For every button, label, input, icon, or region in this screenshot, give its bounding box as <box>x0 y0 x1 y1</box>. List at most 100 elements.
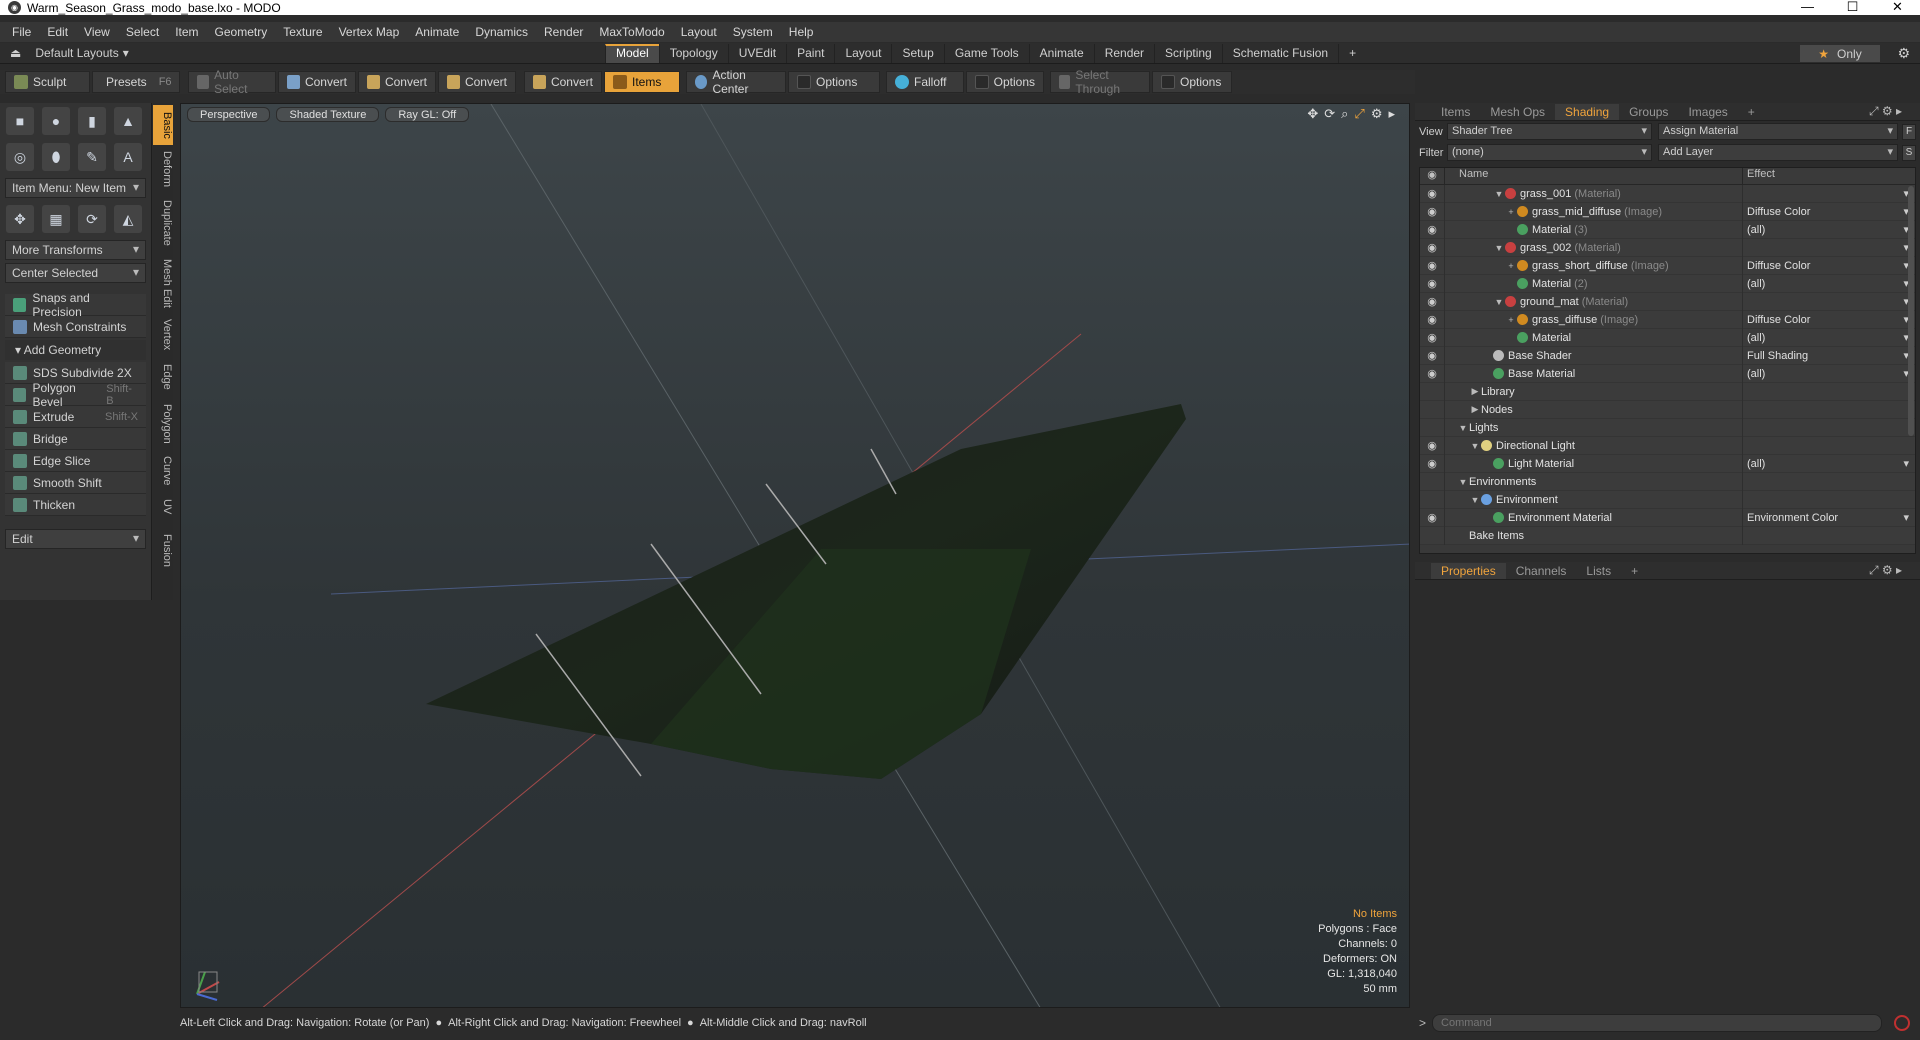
view-dropdown[interactable]: Shader Tree <box>1447 123 1652 140</box>
falloff-options-button[interactable]: Options <box>966 71 1044 93</box>
capsule-icon[interactable]: ⬮ <box>42 143 70 171</box>
auto-select-button[interactable]: Auto Select <box>188 68 276 96</box>
visibility-eye-icon[interactable]: ◉ <box>1420 331 1444 344</box>
visibility-eye-icon[interactable]: ◉ <box>1420 439 1444 452</box>
column-name[interactable]: Name <box>1444 168 1742 184</box>
shading-mode-button[interactable]: Shaded Texture <box>276 107 380 122</box>
tab-schematic-fusion[interactable]: Schematic Fusion <box>1221 44 1338 63</box>
menu-dynamics[interactable]: Dynamics <box>469 25 538 39</box>
visibility-eye-icon[interactable]: ◉ <box>1420 367 1444 380</box>
vtab-vertex[interactable]: Vertex <box>153 315 173 355</box>
tool-bridge[interactable]: Bridge <box>5 428 146 450</box>
tab-shading[interactable]: Shading <box>1555 103 1620 120</box>
cone-icon[interactable]: ▲ <box>114 107 142 135</box>
tree-item-effect[interactable]: (all) <box>1742 328 1915 347</box>
tree-item-effect[interactable]: Environment Color <box>1742 508 1915 527</box>
visibility-eye-icon[interactable]: ◉ <box>1420 277 1444 290</box>
expand-toggle-icon[interactable]: + <box>1505 261 1517 271</box>
record-macro-icon[interactable] <box>1894 1015 1911 1031</box>
scale-icon[interactable]: ◭ <box>114 205 142 233</box>
cylinder-icon[interactable]: ▮ <box>78 107 106 135</box>
f-button[interactable]: F <box>1902 123 1916 140</box>
layout-preset[interactable]: ⏏ Default Layouts ▾ <box>0 46 600 60</box>
tab-properties[interactable]: Properties <box>1431 562 1506 579</box>
item-menu-dropdown[interactable]: Item Menu: New Item <box>5 178 146 198</box>
panel-options-icons[interactable]: ⤢ ⚙ ▸ <box>1859 103 1912 119</box>
text-icon[interactable]: A <box>114 143 142 171</box>
shader-tree-scrollbar[interactable] <box>1908 186 1914 436</box>
menu-geometry[interactable]: Geometry <box>209 25 278 39</box>
presets-button[interactable]: Presets F6 <box>92 71 180 93</box>
layout-collapse-icon[interactable]: ⏏ <box>10 46 21 60</box>
convert-edges-button[interactable]: Convert <box>358 71 436 93</box>
tab-topology[interactable]: Topology <box>658 44 728 63</box>
add-tab-icon[interactable]: + <box>1738 104 1765 120</box>
action-center-button[interactable]: Action Center <box>686 68 786 96</box>
tree-item-effect[interactable]: (all) <box>1742 274 1915 293</box>
select-through-options-button[interactable]: Options <box>1152 71 1232 93</box>
expand-toggle-icon[interactable]: ▼ <box>1493 297 1505 307</box>
mesh-constraints-button[interactable]: Mesh Constraints <box>5 316 146 338</box>
tree-row[interactable]: ◉ Material (all) <box>1420 328 1915 347</box>
tree-item-effect[interactable]: Diffuse Color <box>1742 202 1915 221</box>
tree-row[interactable]: ◉ ▼ ground_mat (Material) <box>1420 292 1915 311</box>
visibility-eye-icon[interactable]: ◉ <box>1420 259 1444 272</box>
menu-animate[interactable]: Animate <box>409 25 469 39</box>
tab-model[interactable]: Model <box>605 44 659 63</box>
tree-item-effect[interactable]: (all) <box>1742 220 1915 239</box>
expand-toggle-icon[interactable]: ▼ <box>1457 477 1469 487</box>
vtab-basic[interactable]: Basic <box>153 105 173 145</box>
tree-item-effect[interactable]: (all) <box>1742 364 1915 383</box>
tree-row[interactable]: ◉ + grass_mid_diffuse (Image) Diffuse Color <box>1420 202 1915 221</box>
convert-polygons-button[interactable]: Convert <box>438 71 516 93</box>
tool-thicken[interactable]: Thicken <box>5 494 146 516</box>
panel-options-icons[interactable]: ⤢ ⚙ ▸ <box>1859 562 1912 578</box>
tree-row[interactable]: Bake Items <box>1420 526 1915 545</box>
tree-item-effect[interactable]: Full Shading <box>1742 346 1915 365</box>
sphere-icon[interactable]: ● <box>42 107 70 135</box>
3d-viewport[interactable]: Perspective Shaded Texture Ray GL: Off ✥… <box>180 103 1410 1008</box>
menu-layout[interactable]: Layout <box>675 25 727 39</box>
s-button[interactable]: S <box>1902 144 1916 161</box>
center-selected-dropdown[interactable]: Center Selected <box>5 263 146 283</box>
transform-icon[interactable]: ✥ <box>6 205 34 233</box>
filter-dropdown[interactable]: (none) <box>1447 144 1652 161</box>
tree-row[interactable]: ◉ Base Material (all) <box>1420 364 1915 383</box>
tree-item-effect[interactable]: Diffuse Color <box>1742 310 1915 329</box>
select-through-button[interactable]: Select Through <box>1050 68 1150 96</box>
tree-row[interactable]: ◉ + grass_short_diffuse (Image) Diffuse Colo… <box>1420 256 1915 275</box>
tree-row[interactable]: ▼ Lights <box>1420 418 1915 437</box>
cube-icon[interactable]: ■ <box>6 107 34 135</box>
tree-row[interactable]: ◉ Material (2) (all) <box>1420 274 1915 293</box>
tab-images[interactable]: Images <box>1678 104 1737 120</box>
expand-toggle-icon[interactable]: ▶ <box>1469 386 1481 397</box>
tree-row[interactable]: ▶ Nodes <box>1420 400 1915 419</box>
vtab-mesh-edit[interactable]: Mesh Edit <box>153 255 173 311</box>
falloff-button[interactable]: Falloff <box>886 71 964 93</box>
visibility-eye-icon[interactable]: ◉ <box>1420 511 1444 524</box>
menu-system[interactable]: System <box>727 25 783 39</box>
tree-item-effect[interactable]: Diffuse Color <box>1742 256 1915 275</box>
snaps-button[interactable]: Snaps and Precision <box>5 291 146 319</box>
expand-toggle-icon[interactable]: ▶ <box>1469 404 1481 415</box>
tool-edge-slice[interactable]: Edge Slice <box>5 450 146 472</box>
visibility-eye-icon[interactable]: ◉ <box>1420 313 1444 326</box>
menu-item[interactable]: Item <box>169 25 208 39</box>
add-tab-icon[interactable]: + <box>1338 44 1366 63</box>
convert-vertices-button[interactable]: Convert <box>278 71 356 93</box>
raygl-button[interactable]: Ray GL: Off <box>385 107 470 122</box>
add-layer-dropdown[interactable]: Add Layer <box>1658 144 1898 161</box>
tool-smooth-shift[interactable]: Smooth Shift <box>5 472 146 494</box>
minimize-button[interactable]: — <box>1785 0 1830 15</box>
assign-material-dropdown[interactable]: Assign Material <box>1658 123 1898 140</box>
add-geometry-header[interactable]: ▾ Add Geometry <box>5 340 146 360</box>
vtab-fusion[interactable]: Fusion <box>153 529 173 573</box>
visibility-eye-icon[interactable]: ◉ <box>1420 457 1444 470</box>
tab-animate[interactable]: Animate <box>1028 44 1094 63</box>
vtab-edge[interactable]: Edge <box>153 359 173 395</box>
orbit-icon[interactable]: ⟳ <box>1324 106 1335 122</box>
tab-channels[interactable]: Channels <box>1506 563 1577 579</box>
expand-toggle-icon[interactable]: ▼ <box>1469 441 1481 451</box>
menu-texture[interactable]: Texture <box>277 25 332 39</box>
tab-items[interactable]: Items <box>1431 104 1480 120</box>
